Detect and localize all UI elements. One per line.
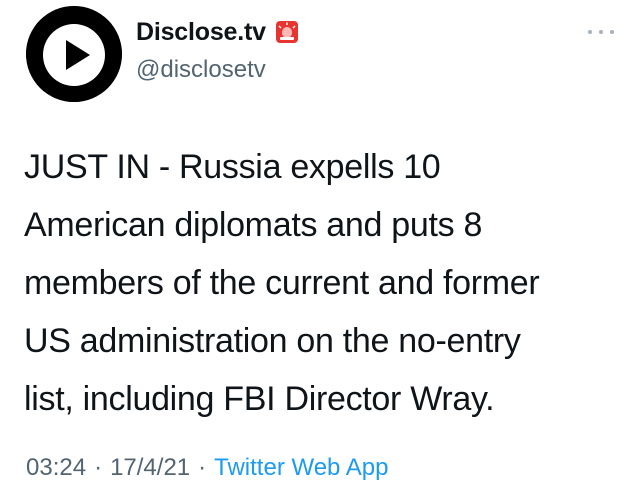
author-handle[interactable]: @disclosetv xyxy=(136,52,266,88)
author-name-row[interactable]: Disclose.tv xyxy=(136,12,298,52)
tweet-card: Disclose.tv @disclosetv JUST IN - Russia… xyxy=(0,0,640,503)
tweet-text-line: list, including FBI Director Wray. xyxy=(24,380,495,418)
tweet-text-line: members of the current and former xyxy=(24,264,540,302)
meta-separator: · xyxy=(198,454,207,481)
more-options-icon[interactable] xyxy=(584,22,618,42)
more-dot xyxy=(599,30,603,34)
meta-separator: · xyxy=(94,454,103,481)
display-name[interactable]: Disclose.tv xyxy=(136,18,266,47)
tweet-time[interactable]: 03:24 xyxy=(26,454,86,481)
avatar[interactable] xyxy=(26,6,122,102)
tweet-source-link[interactable]: Twitter Web App xyxy=(214,454,388,481)
tweet-meta: 03:24 · 17/4/21 · Twitter Web App xyxy=(26,450,388,486)
more-dot xyxy=(610,30,614,34)
more-dot xyxy=(588,30,592,34)
tweet-text-line: American diplomats and puts 8 xyxy=(24,206,483,244)
siren-emoji-icon xyxy=(275,21,298,43)
tweet-text-line: US administration on the no-entry xyxy=(24,322,521,360)
tweet-text: JUST IN - Russia expells 10 American dip… xyxy=(24,138,624,428)
tweet-date[interactable]: 17/4/21 xyxy=(110,454,190,481)
tweet-text-line: JUST IN - Russia expells 10 xyxy=(24,148,441,186)
play-button-logo-icon xyxy=(26,6,122,102)
